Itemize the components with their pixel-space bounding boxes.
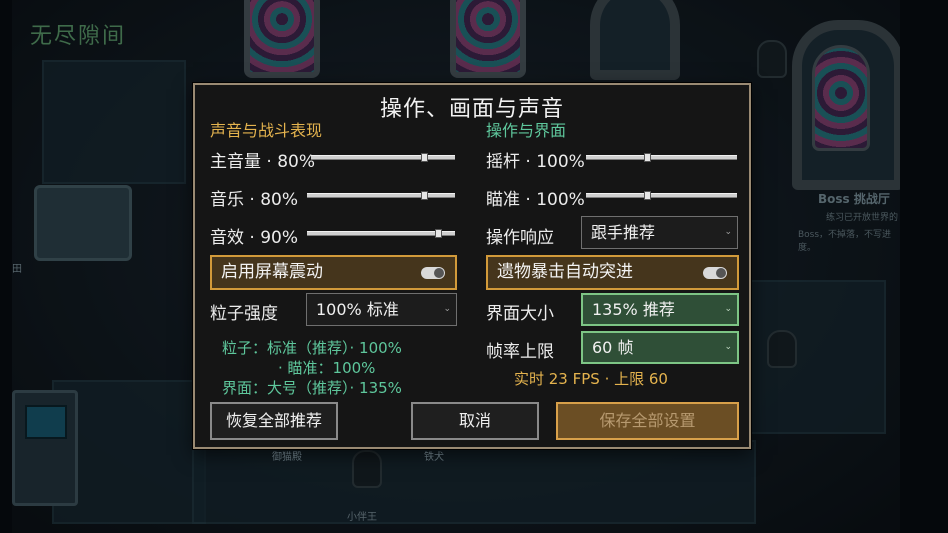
response-label: 操作响应 [486, 228, 554, 248]
portal [244, 0, 320, 78]
response-select[interactable]: 跟手推荐 ⌄ [581, 216, 738, 249]
chevron-down-icon: ⌄ [724, 304, 732, 314]
slider-thumb[interactable] [644, 153, 651, 162]
screen-shake-label: 启用屏幕震动 [221, 262, 323, 282]
portal [450, 0, 526, 78]
particle-info-line: 粒子：标准（推荐）· 100% [222, 339, 402, 357]
toggle-switch[interactable] [421, 267, 445, 279]
slider-thumb[interactable] [421, 153, 428, 162]
building-label: 铁犬 [424, 452, 444, 463]
ui-info-line: 界面：大号（推荐）· 135% [222, 379, 402, 397]
chevron-down-icon: ⌄ [724, 342, 732, 352]
area-title: 无尽隙间 [30, 24, 127, 49]
boss-portal-arch [792, 20, 900, 190]
ui-size-value: 135% 推荐 [592, 300, 675, 319]
npc-name-label: 小伴王 [347, 512, 377, 523]
slider-thumb[interactable] [435, 229, 442, 238]
fps-cap-label: 帧率上限 [486, 342, 554, 362]
toggle-knob [434, 268, 444, 278]
aim-sensitivity-label: 瞄准 · 100% [486, 190, 585, 210]
joystick-sensitivity-slider[interactable] [586, 153, 737, 162]
music-volume-label: 音乐 · 80% [210, 190, 298, 210]
statue-alcove [590, 0, 680, 80]
toggle-switch[interactable] [703, 267, 727, 279]
floor-tile [52, 380, 206, 524]
npc-character [757, 40, 787, 78]
building-label: 御猫殿 [272, 452, 302, 463]
particle-intensity-label: 粒子强度 [210, 304, 278, 324]
toggle-knob [716, 268, 726, 278]
save-all-button[interactable]: 保存全部设置 [556, 402, 739, 440]
aim-info-line: · 瞄准：100% [278, 359, 376, 377]
music-volume-slider[interactable] [307, 191, 455, 200]
aim-sensitivity-slider[interactable] [586, 191, 737, 200]
floor-tile [42, 60, 186, 184]
settings-dialog: 操作、画面与声音 声音与战斗表现 操作与界面 主音量 · 80% 音乐 · 80… [193, 83, 751, 449]
relic-crit-dash-label: 遗物暴击自动突进 [497, 262, 633, 282]
npc-character [767, 330, 797, 368]
arcade-screen [25, 405, 67, 439]
particle-intensity-select[interactable]: 100% 标准 ⌄ [306, 293, 457, 326]
edge-label: 田 [12, 264, 22, 275]
chevron-down-icon: ⌄ [724, 227, 732, 237]
section-heading-sound: 声音与战斗表现 [210, 121, 323, 140]
boss-hall-subtitle: 练习已开放世界的 [826, 213, 899, 223]
boss-portal [812, 45, 870, 151]
boss-hall-subtitle: Boss，不掉落，不写进度。 [798, 230, 892, 253]
chevron-down-icon: ⌄ [443, 304, 451, 314]
sfx-volume-slider[interactable] [307, 229, 455, 238]
fps-status: 实时 23 FPS · 上限 60 [514, 370, 668, 388]
section-heading-controls: 操作与界面 [486, 121, 567, 140]
particle-intensity-value: 100% 标准 [316, 300, 399, 319]
screen-shake-toggle[interactable]: 启用屏幕震动 [210, 255, 457, 290]
slider-thumb[interactable] [421, 191, 428, 200]
arcade-machine [12, 390, 78, 506]
cancel-button[interactable]: 取消 [411, 402, 539, 440]
boss-hall-title: Boss 挑战厅 [818, 192, 890, 206]
ui-size-label: 界面大小 [486, 304, 554, 324]
npc-character [352, 450, 382, 488]
treasure-chest [34, 185, 132, 261]
ui-size-select[interactable]: 135% 推荐 ⌄ [581, 293, 739, 326]
master-volume-label: 主音量 · 80% [210, 152, 315, 172]
fps-cap-select[interactable]: 60 帧 ⌄ [581, 331, 739, 364]
relic-crit-dash-toggle[interactable]: 遗物暴击自动突进 [486, 255, 739, 290]
sfx-volume-label: 音效 · 90% [210, 228, 298, 248]
slider-thumb[interactable] [644, 191, 651, 200]
joystick-sensitivity-label: 摇杆 · 100% [486, 152, 585, 172]
fps-cap-value: 60 帧 [592, 338, 634, 357]
restore-defaults-button[interactable]: 恢复全部推荐 [210, 402, 338, 440]
response-value: 跟手推荐 [591, 223, 656, 242]
master-volume-slider[interactable] [311, 153, 455, 162]
